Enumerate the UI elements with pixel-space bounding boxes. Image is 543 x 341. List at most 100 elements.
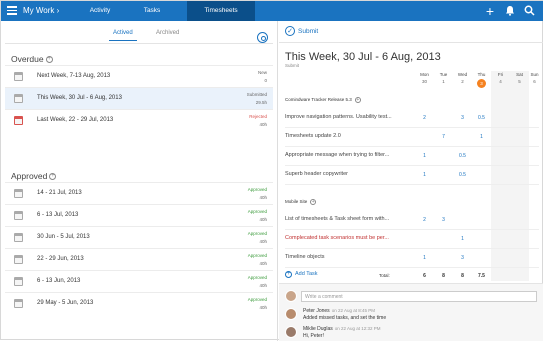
row-divider <box>285 248 539 249</box>
calendar-icon <box>14 277 23 286</box>
tab-tasks[interactable]: Tasks <box>131 1 173 21</box>
search-timesheets-icon[interactable] <box>257 32 268 43</box>
time-cell[interactable]: 2 <box>415 217 434 223</box>
timesheet-row[interactable]: 30 Jun - 5 Jul, 2013 Approved 40h <box>5 226 273 248</box>
calendar-icon <box>14 255 23 264</box>
tab-archived[interactable]: Archived <box>156 30 179 36</box>
weekend-column-sat <box>491 71 510 281</box>
week-status: Submit <box>285 63 300 68</box>
day-number-value: 30 <box>421 79 427 84</box>
timesheet-title: 22 - 29 Jun, 2013 <box>37 256 84 262</box>
search-icon[interactable] <box>523 5 535 17</box>
day-name: Tue <box>439 72 448 77</box>
project-name: Comindware Tracker Release 5.3 <box>285 97 352 103</box>
my-work-link[interactable]: My Work › <box>23 6 59 15</box>
time-cell[interactable]: 7 <box>434 134 453 140</box>
project-group-header[interactable]: Comindware Tracker Release 5.3 + <box>285 97 361 103</box>
approved-section-header: Approved + <box>11 171 57 181</box>
row-divider <box>285 267 539 268</box>
day-header: Thu 3 <box>472 72 491 88</box>
timesheet-row[interactable]: 6 - 13 Jun, 2013 Approved 40h <box>5 270 273 292</box>
tab-actived[interactable]: Actived <box>109 30 137 41</box>
day-header: Mon 30 <box>415 72 434 84</box>
time-cell[interactable]: 2 <box>415 115 434 121</box>
task-name[interactable]: Superb header copywriter <box>285 171 405 177</box>
timesheet-row[interactable]: 22 - 29 Jun, 2013 Approved 40h <box>5 248 273 270</box>
time-cell[interactable]: 0.5 <box>453 172 472 178</box>
task-name[interactable]: Timeline objects <box>285 254 405 260</box>
hours-value: 40h <box>259 283 267 288</box>
time-cell[interactable]: 1 <box>453 236 472 242</box>
day-header: Sun 6 <box>525 72 543 84</box>
timesheet-row[interactable]: Next Week, 7-13 Aug, 2013 New 0 <box>5 65 273 87</box>
add-circle-icon[interactable]: + <box>310 199 317 205</box>
top-navigation-bar: My Work › Activity Tasks Timesheets + <box>1 1 543 21</box>
add-circle-icon[interactable]: + <box>354 97 361 103</box>
brand-label: My Work <box>23 6 55 15</box>
tab-activity[interactable]: Activity <box>79 1 121 21</box>
project-group-header[interactable]: Mobile Site + <box>285 199 317 205</box>
timesheets-app: My Work › Activity Tasks Timesheets + Ac… <box>0 0 543 341</box>
day-name: Mon <box>420 72 429 77</box>
timesheet-filter-tabs: Actived Archived <box>1 27 278 43</box>
bell-icon[interactable] <box>504 5 516 17</box>
time-cell[interactable]: 3 <box>434 217 453 223</box>
row-divider <box>285 184 539 185</box>
hours-value: 29.5h <box>255 100 267 105</box>
status-badge: Approved <box>247 275 267 280</box>
timesheet-row[interactable]: 14 - 21 Jul, 2013 Approved 40h <box>5 182 273 204</box>
hours-value: 0 <box>264 78 267 83</box>
timesheet-list-panel: Actived Archived Overdue + Next Week, 7-1… <box>1 21 278 341</box>
day-number-value: 5 <box>518 79 521 84</box>
status-badge: Submitted <box>246 92 267 97</box>
overdue-section-header: Overdue + <box>11 54 53 64</box>
total-value: 8 <box>461 273 464 279</box>
time-cell[interactable]: 3 <box>453 115 472 121</box>
overdue-label: Overdue <box>11 54 44 64</box>
status-badge: Approved <box>247 297 267 302</box>
add-circle-icon[interactable]: + <box>49 173 57 181</box>
timesheet-title: Next Week, 7-13 Aug, 2013 <box>37 73 111 79</box>
weekend-column-sun <box>510 71 529 281</box>
hours-value: 40h <box>259 195 267 200</box>
comment-input[interactable]: Write a comment <box>301 291 537 302</box>
time-cell[interactable]: 0.5 <box>472 115 491 121</box>
task-name[interactable]: Appropriate message when trying to filte… <box>285 152 405 158</box>
timesheet-row[interactable]: This Week, 30 Jul - 6 Aug, 2013 Submitted… <box>5 87 273 109</box>
day-number: 4 <box>491 79 510 84</box>
time-cell[interactable]: 1 <box>415 153 434 159</box>
status-badge: Rejected <box>249 114 267 119</box>
avatar <box>285 308 297 320</box>
task-name[interactable]: Improve navigation patterns. Usability t… <box>285 114 405 120</box>
time-cell[interactable]: 1 <box>472 134 491 140</box>
timesheet-row[interactable]: 29 May - 5 Jun, 2013 Approved 40h <box>5 292 273 314</box>
time-cell[interactable]: 0.5 <box>453 153 472 159</box>
tabs-divider <box>5 43 273 44</box>
time-cell[interactable]: 1 <box>415 172 434 178</box>
timesheet-row[interactable]: 6 - 13 Jul, 2013 Approved 40h <box>5 204 273 226</box>
timesheet-row[interactable]: Last Week, 22 - 29 Jul, 2013 Rejected 40h <box>5 109 273 131</box>
plus-icon[interactable]: + <box>484 4 496 18</box>
day-header: Fri 4 <box>491 72 510 84</box>
plus-circle-icon: + <box>285 271 292 278</box>
day-name: Fri <box>497 72 504 77</box>
submit-button[interactable]: Submit <box>298 28 318 35</box>
check-circle-icon[interactable]: ✓ <box>285 26 295 36</box>
status-badge: Approved <box>247 253 267 258</box>
day-name: Thu <box>477 72 486 77</box>
tab-timesheets[interactable]: Timesheets <box>187 1 255 21</box>
task-name[interactable]: Complecated task scenarios must be per..… <box>285 235 405 241</box>
comment-author-name: Miklie Duglas <box>303 326 333 332</box>
day-number-value: 1 <box>442 79 445 84</box>
menu-icon[interactable] <box>7 6 17 16</box>
time-cell[interactable]: 3 <box>453 255 472 261</box>
add-circle-icon[interactable]: + <box>45 56 53 64</box>
hours-value: 40h <box>259 217 267 222</box>
add-task-button[interactable]: + Add Task <box>285 271 318 278</box>
time-cell[interactable]: 1 <box>415 255 434 261</box>
hours-value: 40h <box>259 261 267 266</box>
chevron-right-icon: › <box>56 6 60 15</box>
calendar-icon <box>14 233 23 242</box>
task-name[interactable]: List of timesheets & Task sheet form wit… <box>285 216 405 222</box>
task-name[interactable]: Timesheets update 2.0 <box>285 133 405 139</box>
